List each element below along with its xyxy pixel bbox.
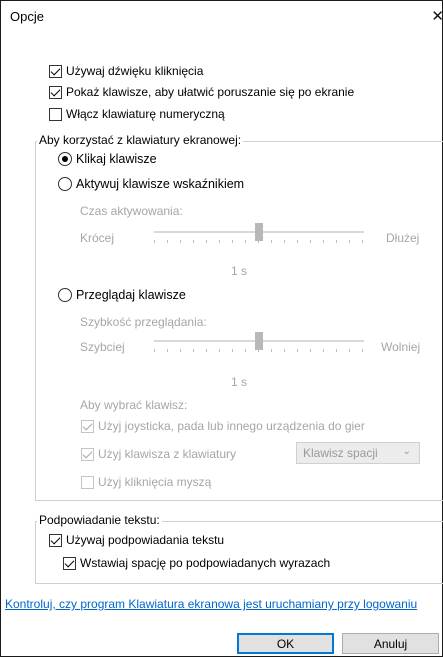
checkbox-label: Użyj klawisza z klawiatury xyxy=(98,447,237,461)
checkbox-label: Pokaż klawisze, aby ułatwić poruszanie s… xyxy=(66,85,355,99)
key-select-dropdown[interactable]: Klawisz spacji ⌄ xyxy=(296,442,420,464)
radio-label: Aktywuj klawisze wskaźnikiem xyxy=(76,177,245,191)
radio-click-keys[interactable]: Klikaj klawisze xyxy=(58,152,157,166)
checkbox-box[interactable] xyxy=(81,419,94,433)
slider-thumb[interactable] xyxy=(255,332,263,350)
checkbox-box[interactable] xyxy=(81,447,94,461)
chevron-down-icon: ⌄ xyxy=(402,446,411,457)
cancel-button[interactable]: Anuluj xyxy=(342,633,439,654)
mouse-click-checkbox[interactable]: Użyj kliknięcia myszą xyxy=(81,475,211,489)
checkbox-label: Użyj joysticka, pada lub innego urządzen… xyxy=(98,419,365,433)
radio-label: Klikaj klawisze xyxy=(76,152,157,166)
scan-value: 1 s xyxy=(231,375,248,389)
checkbox-label: Używaj dźwięku kliknięcia xyxy=(66,64,204,78)
checkbox-box[interactable] xyxy=(49,533,62,547)
scan-speed-slider[interactable] xyxy=(154,332,364,353)
joystick-checkbox[interactable]: Użyj joysticka, pada lub innego urządzen… xyxy=(81,419,365,433)
radio-scan-keys[interactable]: Przeglądaj klawisze xyxy=(58,288,186,302)
text-prediction-group xyxy=(35,521,443,584)
hover-time-slider[interactable] xyxy=(154,223,364,244)
scan-fast-label: Szybciej xyxy=(80,340,125,354)
checkbox-label: Używaj podpowiadania tekstu xyxy=(66,533,225,547)
click-sound-checkbox[interactable]: Używaj dźwięku kliknięcia xyxy=(49,64,203,78)
checkbox-box[interactable] xyxy=(63,556,76,570)
scan-speed-label: Szybkość przeglądania: xyxy=(80,315,207,329)
insert-space-checkbox[interactable]: Wstawiaj spację po podpowiadanych wyraza… xyxy=(63,556,330,570)
scan-slow-label: Wolniej xyxy=(381,340,421,354)
slider-thumb[interactable] xyxy=(255,223,263,241)
keyboard-key-checkbox[interactable]: Użyj klawisza z klawiatury xyxy=(81,447,236,461)
checkbox-box[interactable] xyxy=(81,475,94,489)
show-keys-checkbox[interactable]: Pokaż klawisze, aby ułatwić poruszanie s… xyxy=(49,85,354,99)
checkbox-box[interactable] xyxy=(49,64,62,78)
checkbox-label: Wstawiaj spację po podpowiadanych wyraza… xyxy=(80,556,331,570)
radio-dot[interactable] xyxy=(58,288,72,302)
hover-time-label: Czas aktywowania: xyxy=(80,204,183,218)
keyboard-usage-legend: Aby korzystać z klawiatury ekranowej: xyxy=(37,133,244,147)
numeric-keypad-checkbox[interactable]: Włącz klawiaturę numeryczną xyxy=(49,107,225,121)
hover-long-label: Dłużej xyxy=(386,231,420,245)
select-key-label: Aby wybrać klawisz: xyxy=(80,398,188,412)
checkbox-label: Włącz klawiaturę numeryczną xyxy=(66,107,225,121)
ok-button[interactable]: OK xyxy=(237,633,334,654)
hover-value: 1 s xyxy=(231,264,248,278)
key-select-value: Klawisz spacji xyxy=(303,446,378,460)
radio-label: Przeglądaj klawisze xyxy=(76,288,186,302)
checkbox-box[interactable] xyxy=(49,107,62,121)
title-bar: Opcje ✕ xyxy=(1,1,443,31)
login-control-link[interactable]: Kontroluj, czy program Klawiatura ekrano… xyxy=(5,597,425,612)
options-dialog: Opcje ✕ Używaj dźwięku kliknięcia Pokaż … xyxy=(0,0,443,657)
radio-dot[interactable] xyxy=(58,177,72,191)
text-prediction-legend: Podpowiadanie tekstu: xyxy=(37,513,162,527)
hover-short-label: Krócej xyxy=(80,231,115,245)
checkbox-box[interactable] xyxy=(49,85,62,99)
close-icon[interactable]: ✕ xyxy=(431,7,443,25)
use-prediction-checkbox[interactable]: Używaj podpowiadania tekstu xyxy=(49,533,224,547)
radio-dot[interactable] xyxy=(58,152,72,166)
radio-hover-keys[interactable]: Aktywuj klawisze wskaźnikiem xyxy=(58,177,244,191)
window-title: Opcje xyxy=(10,9,44,24)
checkbox-label: Użyj kliknięcia myszą xyxy=(98,475,212,489)
